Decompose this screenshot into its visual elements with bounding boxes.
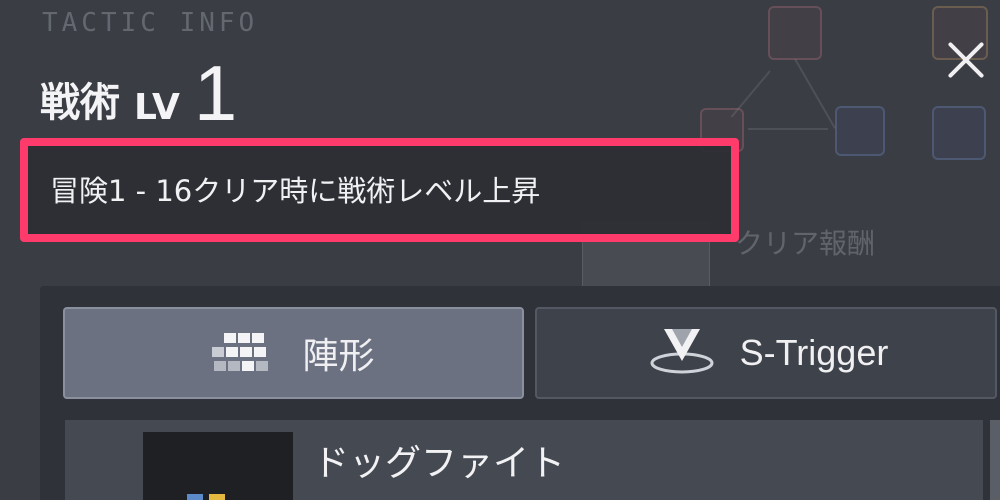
scrollbar[interactable] [990,420,1000,500]
s-trigger-icon [644,325,720,381]
page-title: 戦術 LV 1 [40,49,238,137]
level-up-condition-box: 冒険1 - 16クリア時に戦術レベル上昇 [20,138,739,242]
formation-icon [212,333,276,373]
tab-s-trigger-label: S-Trigger [739,332,889,373]
faded-skill-node-icon [768,6,822,60]
level-value: 1 [193,49,238,137]
list-item-title: ドッグファイト [313,443,566,484]
title-text: 戦術 [40,80,120,126]
faded-skill-node-icon [932,106,986,160]
tab-s-trigger[interactable]: S-Trigger [535,307,997,399]
item-thumbnail [143,432,293,500]
level-prefix: LV [134,87,180,128]
close-button[interactable] [940,34,992,86]
level-up-condition-text: 冒険1 - 16クリア時に戦術レベル上昇 [50,174,541,208]
tab-formation-label: 陣形 [302,336,375,377]
faded-reward-label: クリア報酬 [735,227,876,260]
section-label: TACTIC INFO [42,8,259,38]
faded-skill-node-icon [835,106,885,156]
list-item[interactable]: ドッグファイト [65,420,983,500]
tab-formation[interactable]: 陣形 [63,307,524,399]
